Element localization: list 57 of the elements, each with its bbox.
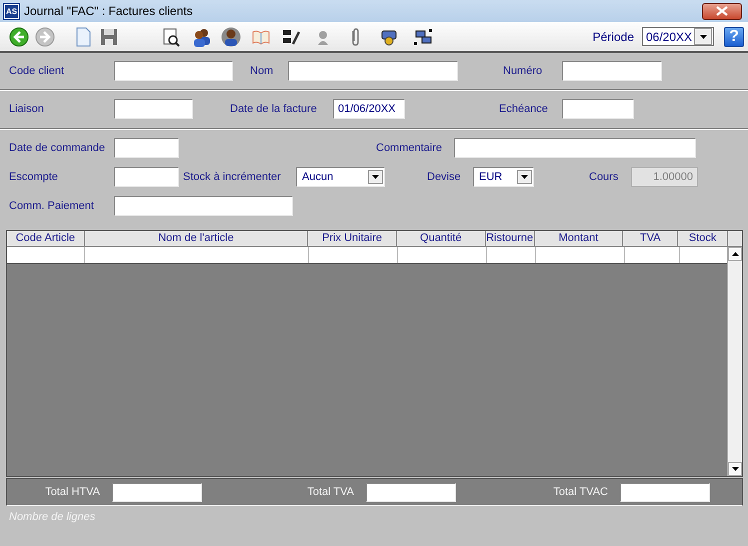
- column-header[interactable]: Stock: [678, 231, 728, 246]
- total-field[interactable]: [620, 482, 710, 502]
- network-icon: [413, 26, 433, 46]
- field-label: Numéro: [503, 65, 544, 77]
- caret-icon: [372, 175, 379, 179]
- caret-icon: [700, 34, 706, 38]
- field-label: Nom: [250, 65, 274, 77]
- input-field[interactable]: [114, 99, 193, 119]
- close-button[interactable]: [702, 2, 742, 20]
- input-field[interactable]: [114, 167, 179, 187]
- input-field[interactable]: [114, 196, 293, 216]
- back-icon: [9, 26, 29, 46]
- column-header[interactable]: Nom de l'article: [84, 231, 308, 246]
- input-field[interactable]: [114, 138, 179, 158]
- field-label: Comm. Paiement: [9, 200, 95, 212]
- close-icon: [716, 6, 728, 16]
- column-header[interactable]: Ristourne: [486, 231, 535, 246]
- window-title: Journal "FAC" : Factures clients: [24, 4, 194, 18]
- column-header[interactable]: Montant: [534, 231, 624, 246]
- input-field[interactable]: 01/06/20XX: [333, 99, 405, 119]
- caret-icon: [521, 175, 528, 179]
- field-label: Date de commande: [9, 142, 106, 154]
- total-label: Total TVA: [306, 486, 354, 498]
- column-header[interactable]: TVA: [623, 231, 678, 246]
- column-header[interactable]: Prix Unitaire: [308, 231, 397, 246]
- field-label: Code client: [9, 65, 66, 77]
- input-field[interactable]: [562, 99, 634, 119]
- dropdown[interactable]: Aucun: [296, 167, 385, 187]
- app-logo: AS: [4, 4, 19, 18]
- scrollbar[interactable]: [727, 247, 742, 476]
- field-label: Escompte: [9, 171, 59, 183]
- field-label: Liaison: [9, 103, 45, 115]
- input-field[interactable]: [454, 138, 696, 158]
- field-label: Stock à incrémenter: [183, 171, 282, 183]
- total-label: Total HTVA: [44, 486, 100, 498]
- input-field[interactable]: [562, 61, 662, 81]
- total-field[interactable]: [112, 482, 202, 502]
- dropdown[interactable]: EUR: [473, 167, 534, 187]
- field-label: Devise: [427, 171, 462, 183]
- magnifier-document-icon: [161, 26, 181, 46]
- input-field[interactable]: [114, 61, 233, 81]
- field-label: Date de la facture: [230, 103, 318, 115]
- field-label: Commentaire: [376, 142, 444, 154]
- input-field[interactable]: [288, 61, 458, 81]
- field-label: Echéance: [499, 103, 549, 115]
- total-field[interactable]: [366, 482, 456, 502]
- period-dropdown[interactable]: 06/20XX: [642, 27, 714, 46]
- column-header[interactable]: Quantité: [396, 231, 486, 246]
- period-label: Période: [592, 30, 634, 44]
- column-header[interactable]: Code Article: [7, 231, 85, 246]
- down-arrow-icon: [732, 467, 738, 471]
- person-icon: [221, 26, 241, 46]
- people-icon: [191, 26, 211, 46]
- total-label: Total TVAC: [552, 486, 608, 498]
- forward-icon: [35, 26, 55, 46]
- field-label: Cours: [589, 171, 620, 183]
- up-arrow-icon: [732, 252, 738, 256]
